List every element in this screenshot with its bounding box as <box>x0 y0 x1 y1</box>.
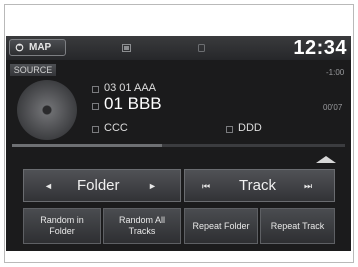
clock: 12:34 <box>293 37 347 59</box>
random-in-folder-button[interactable]: Random in Folder <box>23 208 101 244</box>
repeat-track-button[interactable]: Repeat Track <box>260 208 335 244</box>
track-next-icon[interactable]: ⏭ <box>304 181 312 192</box>
track-label: Track <box>239 177 276 194</box>
remaining-time: 00'07 <box>323 103 343 112</box>
status-bar: MAP 12:34 <box>6 36 351 60</box>
folder-control[interactable]: ◄ Folder ► <box>23 169 181 202</box>
progress-fill <box>12 144 162 147</box>
folder-label: Folder <box>77 177 120 194</box>
track-control[interactable]: ⏮ Track ⏭ <box>184 169 335 202</box>
folder-next-icon[interactable]: ► <box>148 181 157 191</box>
elapsed-time: -1:00 <box>326 68 345 77</box>
map-icon <box>15 43 24 52</box>
repeat-folder-button[interactable]: Repeat Folder <box>184 208 258 244</box>
track-prev-icon[interactable]: ⏮ <box>202 181 210 192</box>
map-label: MAP <box>29 42 52 53</box>
disc-icon <box>17 80 77 140</box>
folder-prev-icon[interactable]: ◄ <box>44 181 53 191</box>
album-name: DDD <box>238 122 262 134</box>
audio-source-icon <box>122 44 131 52</box>
artist-icon <box>92 126 99 133</box>
source-button[interactable]: SOURCE <box>10 64 56 76</box>
album-icon <box>226 126 233 133</box>
scroll-up-icon[interactable] <box>316 156 336 163</box>
progress-bar <box>12 144 345 147</box>
phone-icon <box>198 44 205 52</box>
folder-name: 03 01 AAA <box>104 82 156 94</box>
map-button[interactable]: MAP <box>9 39 66 56</box>
track-title: 01 BBB <box>104 94 162 113</box>
random-all-tracks-button[interactable]: Random All Tracks <box>103 208 181 244</box>
audio-screen: MAP 12:34 SOURCE 03 01 AAA 01 BBB CCC DD… <box>6 36 351 251</box>
track-icon <box>92 103 99 110</box>
folder-icon <box>92 86 99 93</box>
artist-name: CCC <box>104 122 128 134</box>
